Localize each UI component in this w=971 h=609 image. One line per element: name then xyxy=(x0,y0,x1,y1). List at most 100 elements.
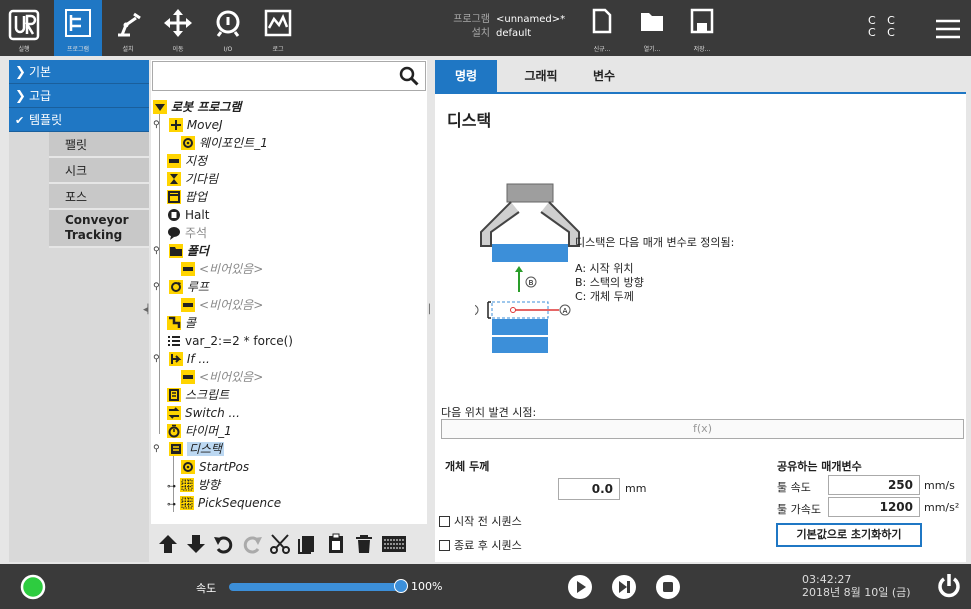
left-nav: ❯ 기본 ❯ 고급 ✔ 템플릿 팰릿 시크 포스 Conveyor Tracking xyxy=(9,60,149,562)
new-button[interactable]: 신규... xyxy=(582,0,622,56)
tree-node-if[interactable]: ⚲ If ... xyxy=(153,350,210,368)
tree-node-waypoint-1[interactable]: 웨이포인트_1 xyxy=(181,134,268,152)
tree-node-set[interactable]: 지정 xyxy=(167,152,207,170)
tree-node-picksequence[interactable]: ⊶ PickSequence xyxy=(167,494,281,512)
reset-defaults-button[interactable]: 기본값으로 초기화하기 xyxy=(776,523,922,547)
tab-variables[interactable]: 변수 xyxy=(581,60,627,92)
install-name: default xyxy=(496,28,532,39)
thickness-unit: mm xyxy=(625,482,647,495)
program-tab-label: 프로그램 xyxy=(66,46,90,53)
tree-node-script[interactable]: 스크립트 xyxy=(167,386,229,404)
speed-slider-handle[interactable] xyxy=(394,579,408,593)
tree-node-timer[interactable]: 타이머_1 xyxy=(167,422,232,440)
nav-item-conveyor-tracking[interactable]: Conveyor Tracking xyxy=(49,210,149,248)
clock-time: 03:42:27 xyxy=(802,573,852,586)
program-name: <unnamed>* xyxy=(496,14,566,25)
program-tab[interactable]: 프로그램 xyxy=(54,0,102,56)
move-tab[interactable]: 이동 xyxy=(154,0,202,56)
nav-item-seek[interactable]: 시크 xyxy=(49,158,149,184)
tree-node-label: Switch ... xyxy=(185,406,240,420)
search-icon[interactable] xyxy=(399,66,419,86)
tree-node-movej[interactable]: ⚲ MoveJ xyxy=(153,116,223,134)
power-icon[interactable] xyxy=(935,572,963,600)
tree-toolbar xyxy=(151,524,427,562)
tool-accel-input[interactable]: 1200 xyxy=(828,497,920,517)
tree-node-robot-program[interactable]: 로봇 프로그램 xyxy=(153,98,241,116)
tree-node-folder[interactable]: ⚲ 폴더 xyxy=(153,242,209,260)
paste-icon[interactable] xyxy=(325,533,347,555)
before-sequence-checkbox[interactable]: 시작 전 시퀀스 xyxy=(439,513,522,529)
folder-icon xyxy=(641,13,663,31)
after-sequence-label: 종료 후 시퀀스 xyxy=(454,539,522,552)
tree-node-destack[interactable]: ⚲ 디스택 xyxy=(153,440,224,458)
move-down-icon[interactable] xyxy=(185,533,207,555)
tree-node-label: PickSequence xyxy=(197,496,282,510)
speed-slider[interactable] xyxy=(229,583,401,591)
step-icon[interactable] xyxy=(611,574,637,600)
thickness-input[interactable]: 0.0 xyxy=(558,478,620,500)
save-button[interactable]: 저장... xyxy=(682,0,722,56)
suppress-icon[interactable] xyxy=(381,533,407,555)
tree-node-startpos[interactable]: StartPos xyxy=(181,458,249,476)
bottom-bar: 속도 100% 03:42:27 2018년 8월 10일 (금) xyxy=(0,564,971,609)
log-tab[interactable]: 로그 xyxy=(254,0,302,56)
hamburger-icon xyxy=(936,19,960,39)
cut-icon[interactable] xyxy=(269,533,291,555)
collapse-triangle-icon xyxy=(153,100,167,114)
tree-node-empty[interactable]: <비어있음> xyxy=(181,296,263,314)
undo-icon[interactable] xyxy=(213,533,235,555)
io-tab-label: I/O xyxy=(223,46,233,53)
tree-node-label: 콜 xyxy=(185,316,197,330)
tree-node-label: var_2:=2 * force() xyxy=(185,334,293,348)
tree-node-label: <비어있음> xyxy=(199,262,264,276)
tree-node-empty[interactable]: <비어있음> xyxy=(181,368,263,386)
hamburger-menu-button[interactable] xyxy=(935,18,961,43)
tool-accel-unit: mm/s² xyxy=(924,501,960,514)
tree-node-comment[interactable]: 주석 xyxy=(167,224,207,242)
param-b-desc: B: 스택의 방향 xyxy=(575,276,644,289)
robot-status-icon[interactable] xyxy=(20,574,46,600)
tree-search-input[interactable] xyxy=(152,61,426,91)
redo-icon[interactable] xyxy=(241,533,263,555)
open-button[interactable]: 열기... xyxy=(632,0,672,56)
tree-node-popup[interactable]: 팝업 xyxy=(167,188,207,206)
diagram-label-b: B xyxy=(529,279,534,287)
play-icon[interactable] xyxy=(567,574,593,600)
tab-command[interactable]: 명령 xyxy=(435,60,497,92)
tree-node-wait[interactable]: 기다림 xyxy=(167,170,218,188)
tree-node-assignment[interactable]: var_2:=2 * force() xyxy=(167,332,293,350)
tree-node-label: <비어있음> xyxy=(199,370,264,384)
tool-speed-label: 툴 속도 xyxy=(777,481,811,494)
node-editor-panel: 명령 그래픽 변수 디스택 B C A 디스택은 다음 매개 변수로 정의됨: … xyxy=(435,60,966,562)
nav-section-basic[interactable]: ❯ 기본 xyxy=(9,60,149,84)
after-sequence-checkbox[interactable]: 종료 후 시퀀스 xyxy=(439,537,522,553)
nav-item-pallet[interactable]: 팰릿 xyxy=(49,132,149,158)
copy-icon[interactable] xyxy=(297,533,319,555)
tree-node-loop[interactable]: ⚲ 루프 xyxy=(153,278,209,296)
stop-icon[interactable] xyxy=(655,574,681,600)
tree-node-label: 기다림 xyxy=(185,172,219,186)
tree-node-call[interactable]: 콜 xyxy=(167,314,196,332)
popup-icon xyxy=(167,190,181,204)
nav-section-label: 기본 xyxy=(29,65,52,79)
timer-icon xyxy=(167,424,181,438)
installation-tab-label: 설치 xyxy=(122,46,134,53)
tree-node-label: 폴더 xyxy=(186,244,209,258)
delete-icon[interactable] xyxy=(353,533,375,555)
tree-node-switch[interactable]: Switch ... xyxy=(167,404,240,422)
tool-speed-input[interactable]: 250 xyxy=(828,475,920,495)
tree-node-label: 로봇 프로그램 xyxy=(171,100,242,114)
tree-node-direction[interactable]: ⊶ 방향 xyxy=(167,476,220,494)
nav-section-advanced[interactable]: ❯ 고급 xyxy=(9,84,149,108)
nav-section-templates[interactable]: ✔ 템플릿 xyxy=(9,108,149,132)
expression-field[interactable]: f(x) xyxy=(441,419,964,439)
nav-item-force[interactable]: 포스 xyxy=(49,184,149,210)
move-up-icon[interactable] xyxy=(157,533,179,555)
tree-node-empty[interactable]: <비어있음> xyxy=(181,260,263,278)
io-icon xyxy=(216,10,240,37)
io-tab[interactable]: I/O xyxy=(204,0,252,56)
installation-tab[interactable]: 설치 xyxy=(104,0,152,56)
tab-graphics[interactable]: 그래픽 xyxy=(501,60,581,92)
tree-node-halt[interactable]: Halt xyxy=(167,206,209,224)
run-tab[interactable]: 실행 xyxy=(0,0,48,56)
